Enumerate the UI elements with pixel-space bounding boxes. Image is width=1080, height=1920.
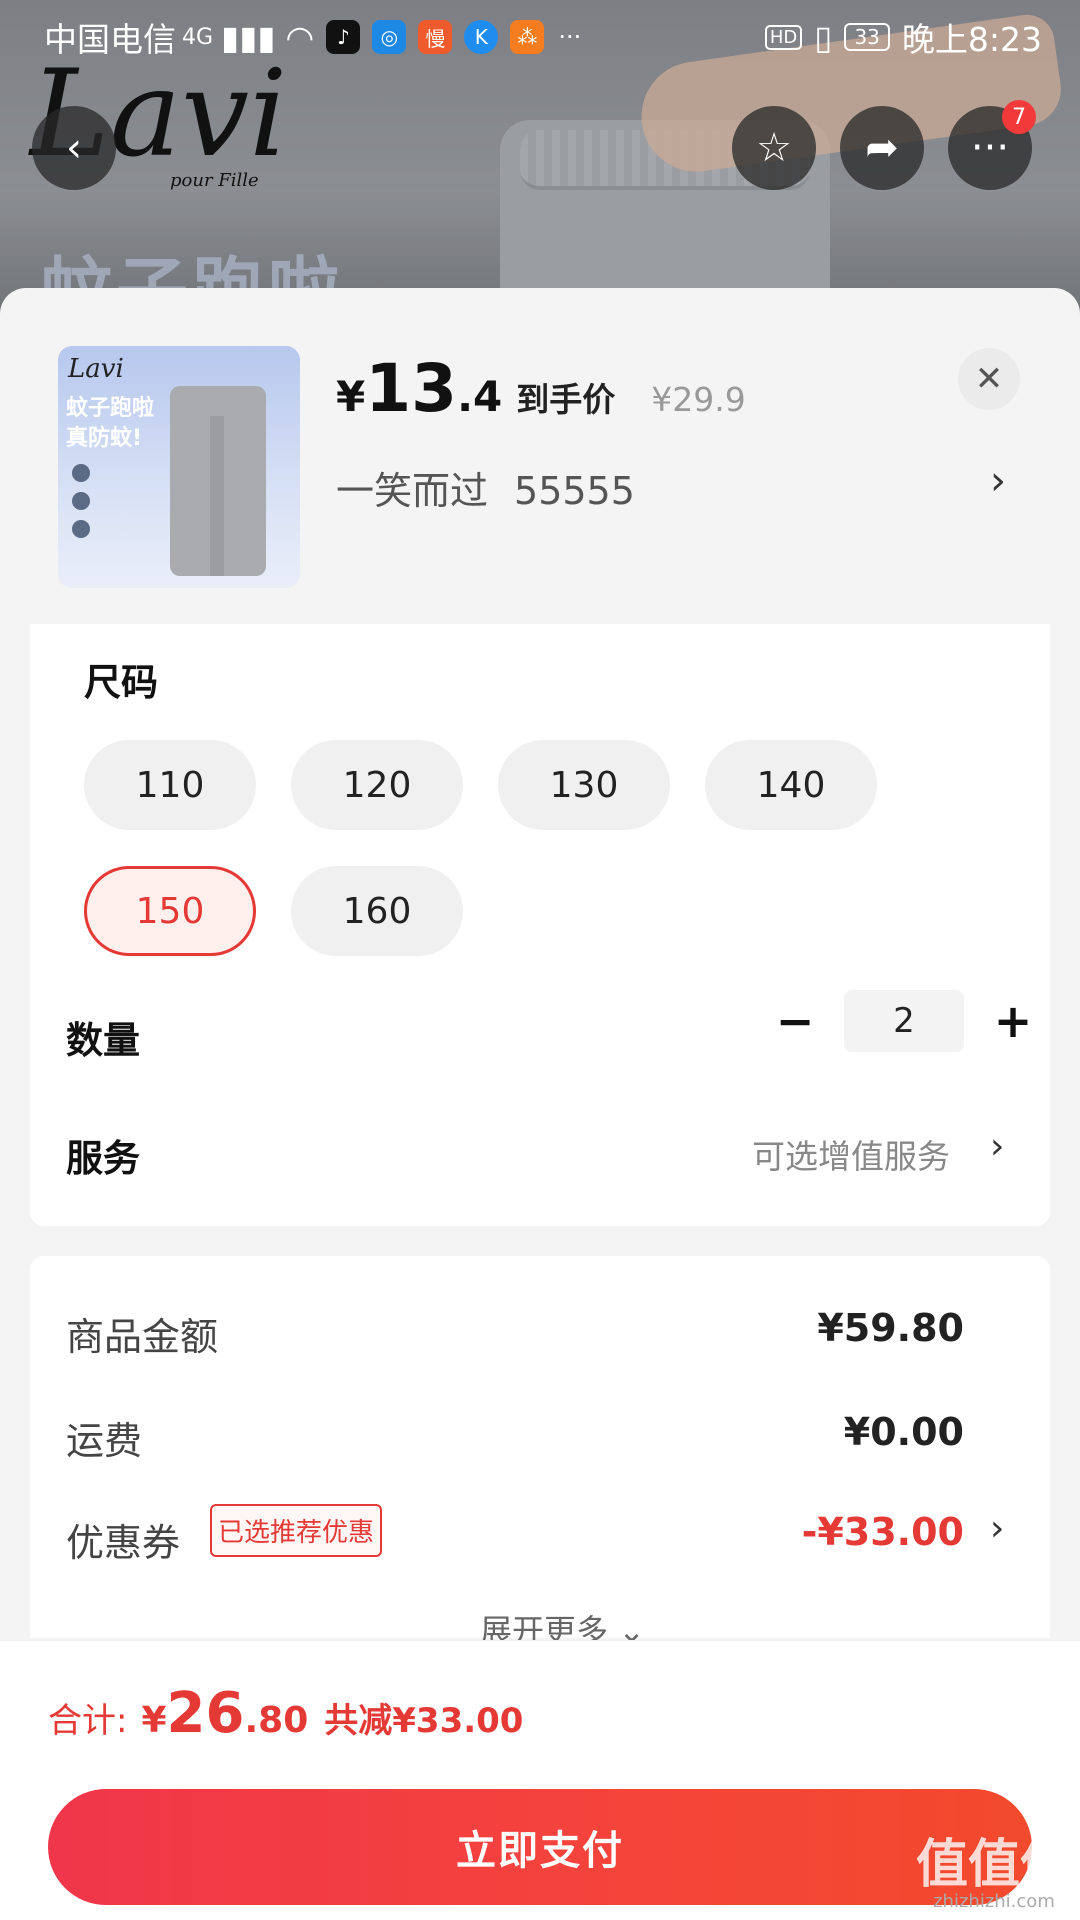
size-option-120[interactable]: 120 [291, 740, 463, 830]
clock: 晚上8:23 [901, 20, 1042, 59]
quantity-stepper: − 2 + [770, 990, 1038, 1052]
thumbnail-pants [170, 386, 266, 576]
star-icon: ☆ [756, 125, 792, 171]
sku-code: 55555 [514, 469, 635, 513]
shipping-value: ¥0.00 [843, 1410, 964, 1454]
carrier-name: 中国电信 [44, 20, 176, 59]
battery-icon: 33 [844, 23, 890, 51]
size-option-130[interactable]: 130 [498, 740, 670, 830]
coupon-label: 优惠券 [66, 1521, 181, 1565]
hd-icon: HD [764, 24, 803, 50]
more-notifications-icon: ··· [558, 23, 582, 51]
chevron-left-icon: ‹ [66, 125, 82, 171]
price-row: ¥ 13 .4 到手价 ¥29.9 [336, 350, 746, 427]
quantity-input[interactable]: 2 [844, 990, 964, 1052]
feature-dot-icon [72, 464, 90, 482]
feature-dot-icon [72, 520, 90, 538]
tiktok-icon: ♪ [326, 20, 361, 54]
total-currency: ¥ [141, 1700, 167, 1741]
more-dots-icon: ··· [970, 125, 1010, 171]
size-option-110[interactable]: 110 [84, 740, 256, 830]
price-integer: 13 [365, 350, 458, 427]
service-title: 服务 [66, 1137, 140, 1180]
price-currency: ¥ [336, 372, 366, 421]
original-price: ¥29.9 [651, 380, 746, 419]
total-saved: 共减¥33.00 [324, 1701, 524, 1741]
coupon-recommended-tag[interactable]: 已选推荐优惠 [210, 1504, 383, 1557]
notification-badge: 7 [1002, 100, 1036, 134]
wifi-icon: ◠ [285, 17, 315, 57]
chevron-right-icon[interactable]: › [990, 458, 1006, 504]
close-button[interactable]: ✕ [958, 348, 1020, 410]
size-option-160[interactable]: 160 [291, 866, 463, 956]
close-icon: ✕ [974, 359, 1004, 399]
total-row: 合计: ¥ 26 .80 共减¥33.00 [48, 1681, 523, 1746]
product-thumbnail[interactable]: Lavi 蚊子跑啦 真防蚊! [58, 346, 300, 588]
sku-name: 一笑而过 [336, 469, 489, 513]
price-tag-label: 到手价 [516, 380, 616, 419]
quantity-title: 数量 [66, 1019, 140, 1062]
share-button[interactable]: ➦ [840, 106, 924, 190]
sku-header: Lavi 蚊子跑啦 真防蚊! ¥ 13 .4 到手价 ¥29.9 ✕ 一笑而过 5… [0, 288, 1080, 624]
total-label: 合计: [48, 1701, 128, 1741]
shipping-label: 运费 [66, 1419, 143, 1463]
network-indicator: 4G [182, 24, 214, 50]
share-icon: ➦ [865, 125, 899, 171]
quantity-minus-button[interactable]: − [770, 994, 820, 1048]
watermark: 值值值 zhizhizhi.com [915, 1835, 1072, 1912]
selected-sku[interactable]: 一笑而过 55555 [336, 460, 635, 515]
vibrate-icon: ▯ [814, 17, 833, 57]
thumbnail-brand: Lavi [68, 354, 124, 384]
goods-amount-label: 商品金额 [66, 1315, 219, 1359]
goods-amount-value: ¥59.80 [817, 1306, 964, 1350]
size-option-140[interactable]: 140 [705, 740, 877, 830]
service-hint[interactable]: 可选增值服务 [752, 1130, 950, 1178]
quantity-plus-button[interactable]: + [988, 994, 1038, 1048]
thumbnail-text-2: 真防蚊! [66, 426, 143, 451]
app-grid-icon: ⁂ [510, 20, 545, 54]
total-decimal: .80 [244, 1700, 309, 1741]
options-card: 尺码 110 120 130 140 150 160 数量 − 2 + 服务 可… [30, 624, 1050, 1226]
signal-icon: ▮▮▮ [221, 17, 276, 57]
coupon-value[interactable]: -¥33.00 [802, 1510, 964, 1554]
manhua-app-icon: 慢 [418, 20, 453, 54]
back-button[interactable]: ‹ [32, 106, 116, 190]
kugou-icon: K [464, 20, 499, 54]
total-integer: 26 [166, 1681, 245, 1746]
price-decimal: .4 [457, 372, 503, 421]
price-summary-card: 商品金额 ¥59.80 运费 ¥0.00 优惠券 已选推荐优惠 -¥33.00 … [30, 1256, 1050, 1650]
checkout-bar: 合计: ¥ 26 .80 共减¥33.00 立即支付 值值值 zhizhizhi… [0, 1640, 1080, 1920]
size-title: 尺码 [84, 661, 158, 704]
favorite-button[interactable]: ☆ [732, 106, 816, 190]
size-option-150[interactable]: 150 [84, 866, 256, 956]
pay-now-button[interactable]: 立即支付 [48, 1789, 1032, 1905]
browser-icon: ◎ [372, 20, 407, 54]
thumbnail-text-1: 蚊子跑啦 [66, 396, 155, 421]
status-bar: 中国电信 4G ▮▮▮ ◠ ♪ ◎ 慢 K ⁂ ··· HD ▯ 33 晚上8:… [0, 0, 1080, 74]
more-menu-button[interactable]: ··· 7 [948, 100, 1036, 190]
chevron-right-icon[interactable]: › [990, 1508, 1004, 1549]
sku-selector-sheet: Lavi 蚊子跑啦 真防蚊! ¥ 13 .4 到手价 ¥29.9 ✕ 一笑而过 5… [0, 288, 1080, 1650]
chevron-right-icon[interactable]: › [990, 1126, 1004, 1167]
feature-dot-icon [72, 492, 90, 510]
